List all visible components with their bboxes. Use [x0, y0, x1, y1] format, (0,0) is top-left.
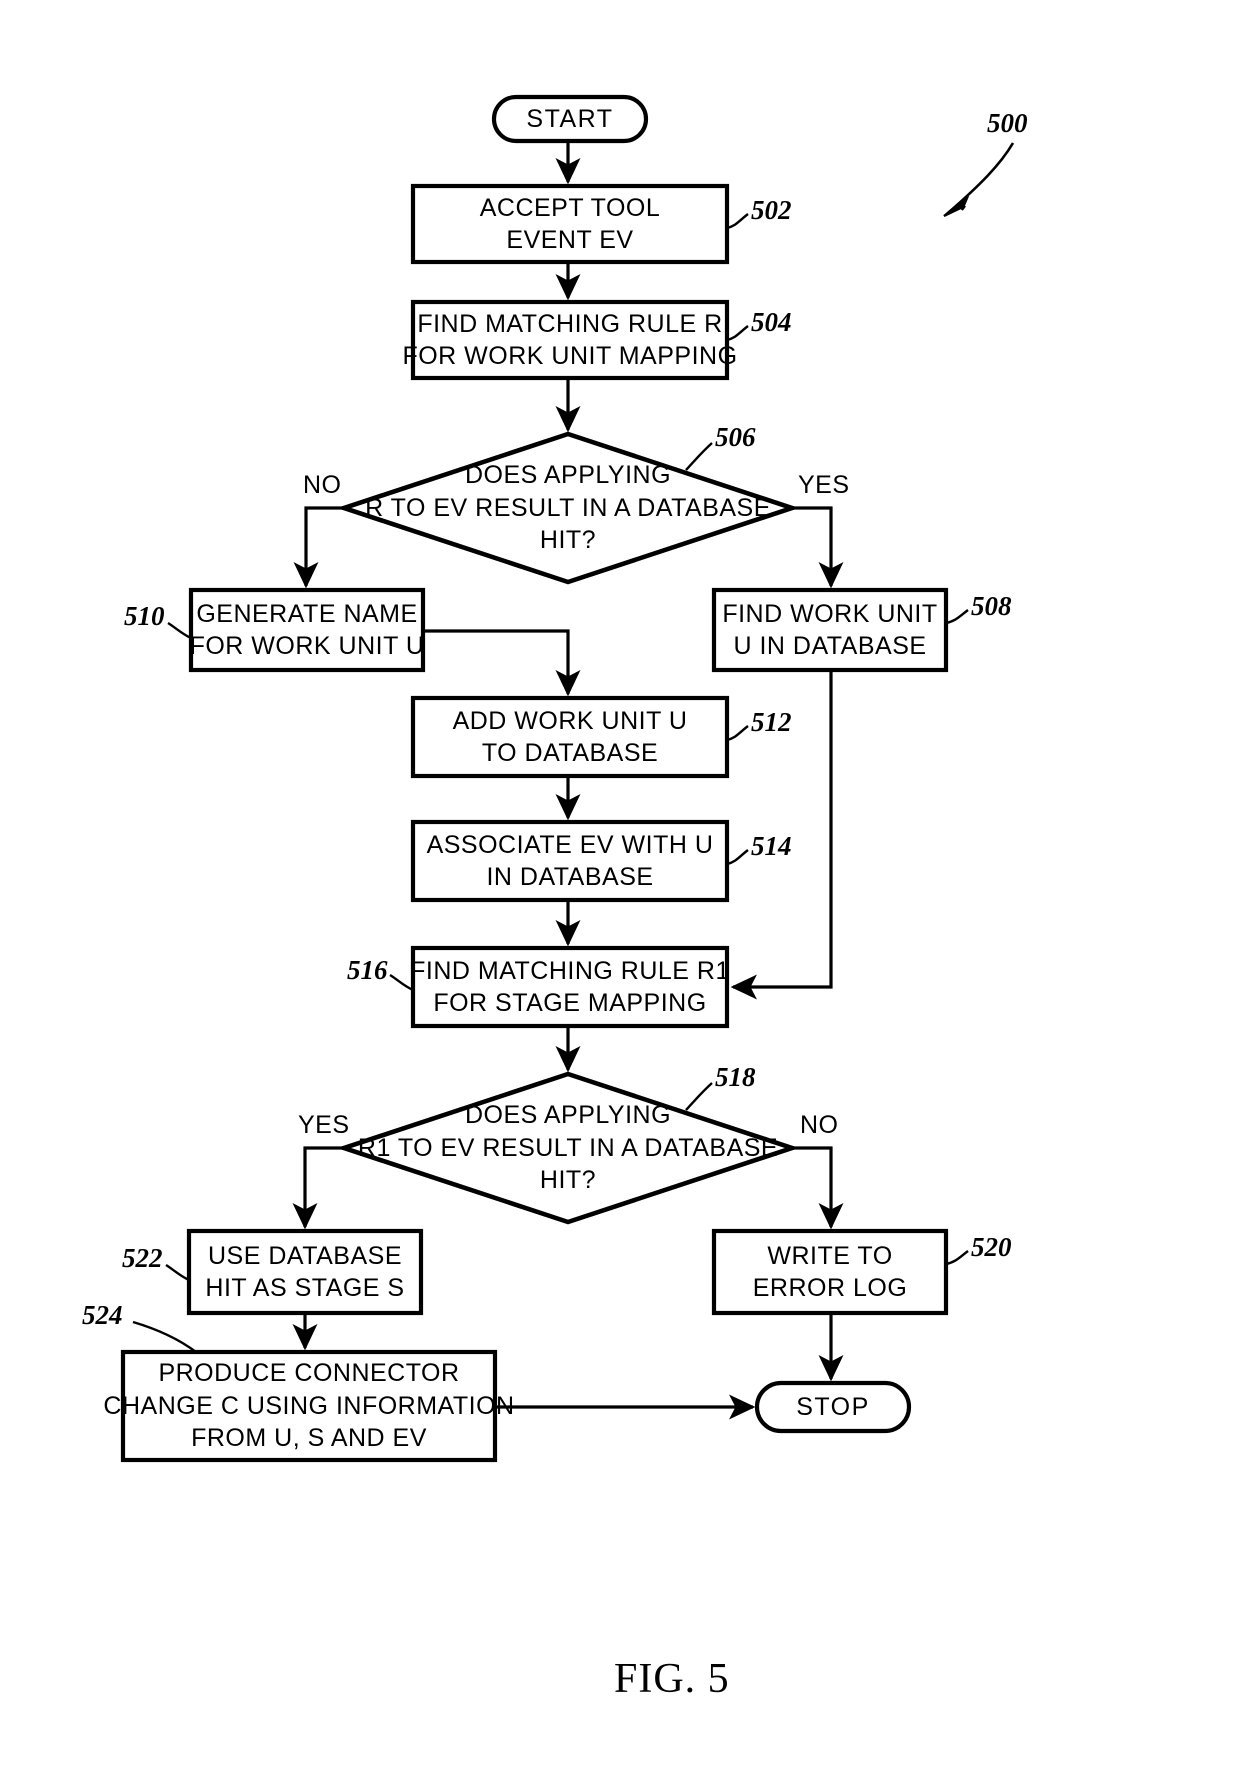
node-516-shape [410, 945, 730, 1029]
node-518-shape [336, 1071, 800, 1225]
leader-512 [726, 725, 749, 742]
leader-500 [947, 142, 1015, 214]
node-520-shape [711, 1228, 949, 1316]
node-502-shape [410, 183, 730, 265]
flowchart-canvas [120, 94, 1015, 1463]
leader-518 [685, 1082, 713, 1111]
leader-516 [389, 973, 414, 992]
leader-510 [167, 621, 192, 640]
leader-504 [726, 325, 749, 342]
edge-506-510 [293, 506, 344, 589]
edge-506-508 [792, 506, 844, 589]
leader-522 [165, 1263, 190, 1282]
node-522-shape [186, 1228, 424, 1316]
node-510-shape [188, 587, 426, 673]
leader-500-head [943, 195, 970, 217]
leader-508 [945, 609, 969, 625]
node-508-shape [711, 587, 949, 673]
leader-520 [945, 1250, 969, 1266]
edge-510-512 [423, 629, 581, 697]
leader-502 [726, 213, 749, 230]
start-terminator-shape [491, 94, 649, 144]
leader-506 [685, 442, 713, 471]
leader-524 [132, 1320, 197, 1353]
node-512-shape [410, 695, 730, 779]
leader-514 [726, 849, 749, 866]
patent-figure-page: START ACCEPT TOOL EVENT EV FIND MATCHING… [0, 0, 1240, 1777]
node-514-shape [410, 819, 730, 903]
edge-518-520 [792, 1146, 844, 1230]
node-524-shape [120, 1349, 498, 1463]
edge-518-522 [292, 1146, 344, 1230]
node-506-shape [336, 431, 800, 585]
edge-508-516 [730, 670, 833, 1000]
node-504-shape [410, 299, 730, 381]
stop-terminator-shape [754, 1380, 912, 1434]
